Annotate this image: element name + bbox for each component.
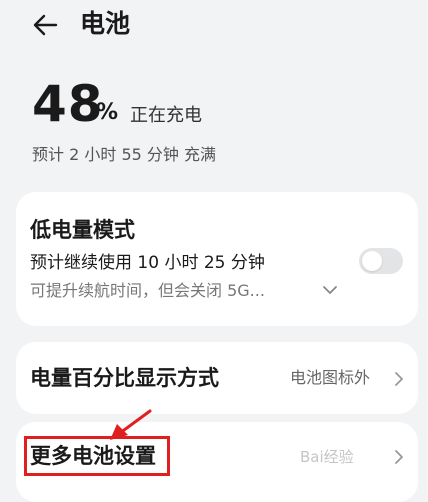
more-battery-settings-row[interactable]: 更多电池设置 bbox=[16, 422, 418, 502]
more-battery-settings-title: 更多电池设置 bbox=[30, 444, 156, 468]
percent-display-value: 电池图标外 bbox=[290, 368, 371, 387]
chevron-right-icon bbox=[395, 450, 403, 464]
low-power-subtitle: 预计继续使用 10 小时 25 分钟 bbox=[30, 253, 265, 273]
percent-sign: % bbox=[96, 100, 119, 125]
battery-percent: 48 bbox=[32, 75, 104, 133]
percent-display-title: 电量百分比显示方式 bbox=[30, 366, 219, 390]
toggle-knob bbox=[362, 251, 382, 271]
chevron-right-icon bbox=[395, 372, 403, 386]
watermark: Bai经验 bbox=[300, 448, 354, 466]
low-power-title: 低电量模式 bbox=[30, 218, 135, 242]
charge-eta: 预计 2 小时 55 分钟 充满 bbox=[32, 145, 216, 164]
low-power-toggle[interactable] bbox=[359, 248, 403, 274]
percent-display-row[interactable]: 电量百分比显示方式 电池图标外 bbox=[16, 342, 418, 414]
app-header: 电池 bbox=[0, 0, 428, 56]
page-title: 电池 bbox=[80, 9, 131, 38]
annotation-arrow-icon bbox=[110, 409, 152, 440]
arrow-left-icon[interactable] bbox=[30, 10, 66, 40]
low-power-description: 可提升续航时间，但会关闭 5G... bbox=[30, 281, 265, 300]
low-power-card: 低电量模式 预计继续使用 10 小时 25 分钟 可提升续航时间，但会关闭 5G… bbox=[16, 192, 418, 326]
charging-status: 正在充电 bbox=[130, 105, 202, 126]
chevron-down-icon[interactable] bbox=[322, 284, 338, 296]
